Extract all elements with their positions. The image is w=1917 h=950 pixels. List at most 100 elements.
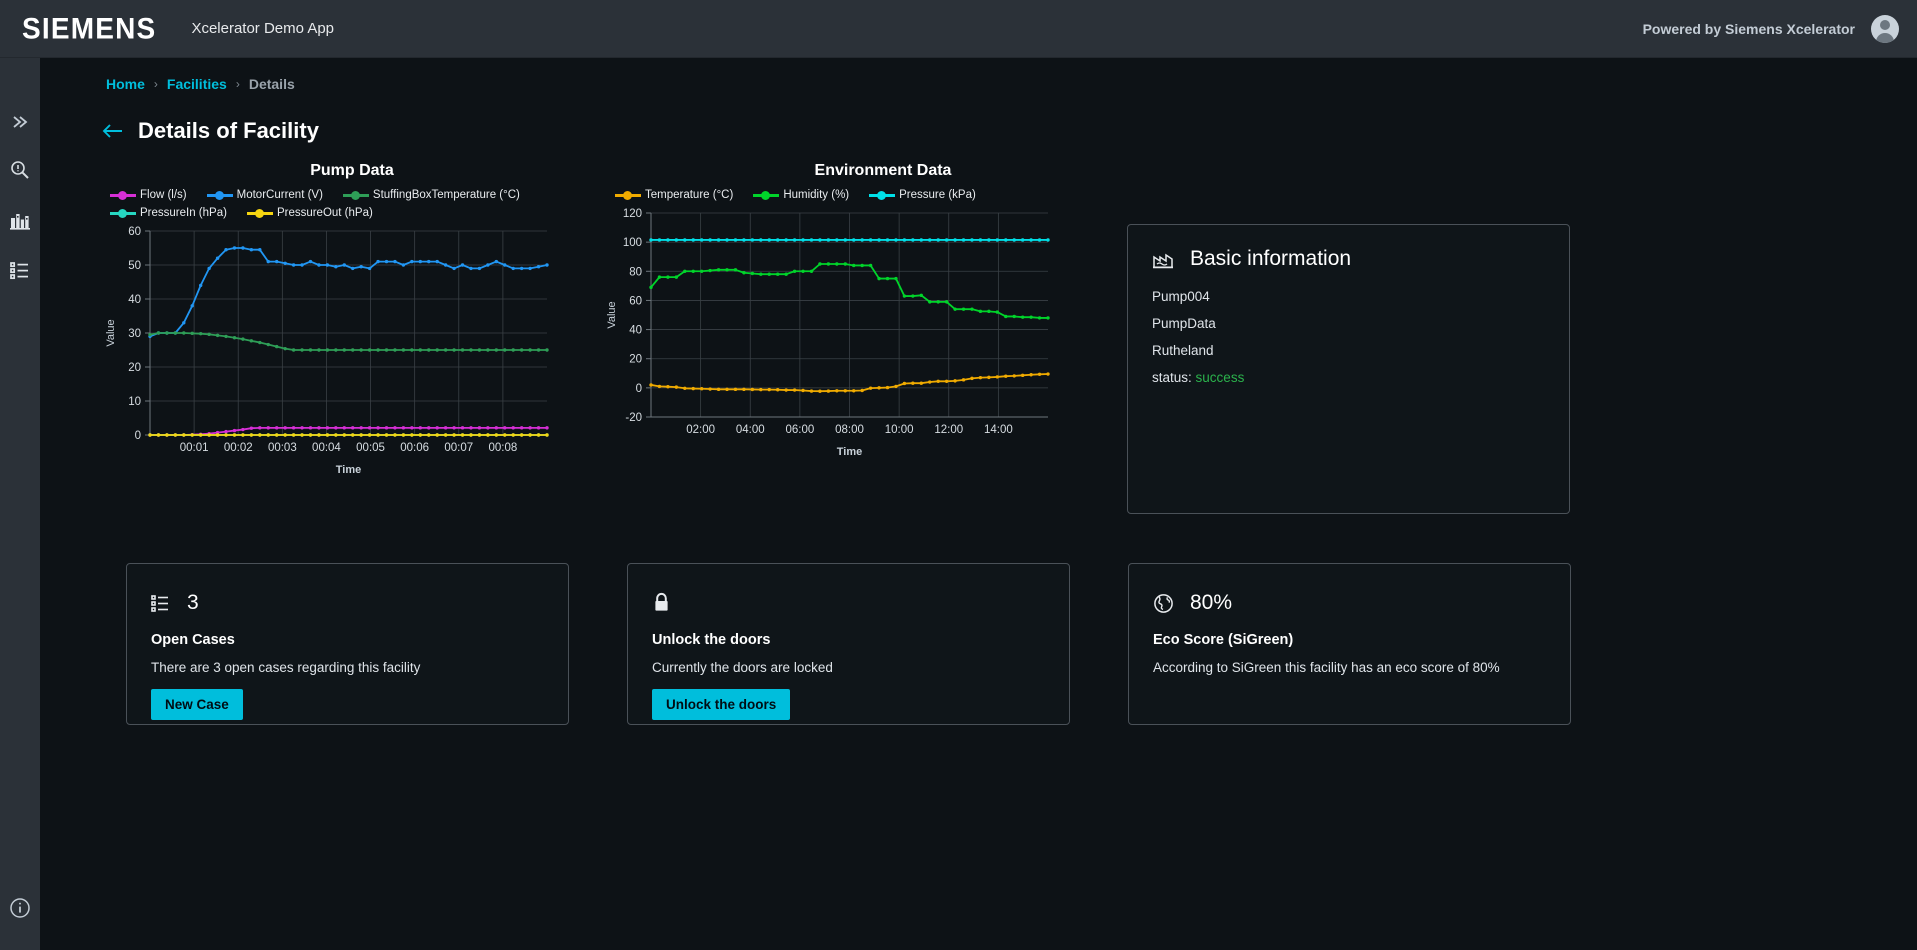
sidebar-item-search[interactable]	[0, 150, 40, 190]
arrow-left-icon[interactable]	[102, 123, 124, 139]
status-label: status:	[1152, 370, 1192, 385]
new-case-button[interactable]: New Case	[151, 689, 243, 720]
plot-environment[interactable]: -20 0 20 40 60 80 100 120 02:00 04:00 06:00 08:00 10…	[603, 205, 1163, 465]
basic-information-line-2: PumpData	[1152, 316, 1216, 331]
legend-item-pressurein[interactable]: PressureIn (hPa)	[110, 207, 227, 219]
svg-text:40: 40	[128, 294, 141, 306]
tile-eco-score-header: 80%	[1153, 586, 1546, 620]
search-alert-icon	[9, 159, 31, 181]
plot-pump[interactable]: 0 10 20 30 40 50 60 00:01 00:02 00:03 00:04 00:05 00…	[102, 223, 602, 483]
chart-environment-data: Environment Data Temperature (°C) Humidi…	[603, 162, 1163, 465]
svg-text:0: 0	[636, 383, 642, 395]
sidebar-bottom	[0, 888, 40, 928]
app-title: Xcelerator Demo App	[191, 20, 335, 37]
powered-by-label: Powered by Siemens Xcelerator	[1642, 20, 1855, 37]
svg-text:20: 20	[128, 362, 141, 374]
svg-text:Time: Time	[837, 446, 862, 458]
unlock-doors-button[interactable]: Unlock the doors	[652, 689, 791, 720]
basic-information-line-1: Pump004	[1152, 289, 1210, 304]
breadcrumb-item-details: Details	[248, 76, 295, 92]
svg-text:60: 60	[629, 295, 642, 307]
breadcrumb-separator: ›	[153, 77, 158, 91]
user-avatar-icon[interactable]	[1871, 14, 1899, 43]
svg-text:12:00: 12:00	[934, 424, 963, 436]
svg-text:Value: Value	[606, 301, 618, 328]
svg-text:100: 100	[623, 237, 642, 249]
list-icon	[9, 260, 31, 280]
svg-text:06:00: 06:00	[785, 424, 814, 436]
tile-open-cases-value: 3	[187, 591, 199, 614]
main-content: Home › Facilities › Details Details of F…	[40, 58, 1917, 950]
info-circle-icon	[9, 897, 31, 919]
basic-information-status: status: success	[1152, 370, 1545, 385]
tile-unlock-doors: Unlock the doors Currently the doors are…	[627, 563, 1070, 725]
svg-text:60: 60	[128, 226, 141, 238]
legend-label: Humidity (%)	[783, 189, 850, 201]
sidebar	[0, 58, 40, 950]
svg-text:00:06: 00:06	[400, 442, 429, 454]
svg-text:00:01: 00:01	[180, 442, 209, 454]
page-title: Details of Facility	[138, 118, 319, 143]
svg-text:Time: Time	[336, 464, 361, 476]
legend-label: Flow (l/s)	[140, 189, 187, 201]
chart-pump-data: Pump Data Flow (l/s) MotorCurrent (V) St…	[102, 162, 602, 483]
legend-item-humidity[interactable]: Humidity (%)	[753, 189, 849, 201]
chart-legend-pump: Flow (l/s) MotorCurrent (V) StuffingBoxT…	[102, 189, 602, 219]
legend-item-motorcurrent[interactable]: MotorCurrent (V)	[206, 189, 323, 201]
globe-icon	[1153, 593, 1174, 614]
svg-text:00:08: 00:08	[488, 442, 517, 454]
chart-title-environment: Environment Data	[814, 162, 952, 179]
legend-item-stuffingbox[interactable]: StuffingBoxTemperature (°C)	[342, 189, 520, 201]
legend-marker-icon	[110, 208, 136, 218]
svg-text:00:05: 00:05	[356, 442, 385, 454]
legend-label: MotorCurrent (V)	[236, 189, 323, 201]
svg-text:120: 120	[623, 208, 642, 220]
legend-item-flow[interactable]: Flow (l/s)	[110, 189, 187, 201]
svg-text:50: 50	[128, 260, 141, 272]
tile-eco-score: 80% Eco Score (SiGreen) According to SiG…	[1128, 563, 1571, 725]
sidebar-item-cases[interactable]	[0, 250, 40, 290]
tile-open-cases-header: 3	[151, 586, 544, 620]
svg-text:20: 20	[629, 354, 642, 366]
legend-item-temperature[interactable]: Temperature (°C)	[615, 189, 733, 201]
legend-marker-icon	[753, 190, 780, 200]
top-bar-right: Powered by Siemens Xcelerator	[1642, 14, 1899, 43]
svg-text:00:04: 00:04	[312, 442, 341, 454]
svg-text:Value: Value	[105, 319, 117, 346]
legend-item-pressureout[interactable]: PressureOut (hPa)	[246, 207, 373, 219]
siemens-logo: SIEMENS	[22, 11, 157, 45]
svg-text:80: 80	[629, 266, 642, 278]
legend-marker-icon	[615, 190, 641, 200]
legend-marker-icon	[342, 190, 369, 200]
tile-open-cases-description: There are 3 open cases regarding this fa…	[151, 660, 421, 675]
legend-label: PressureOut (hPa)	[276, 207, 373, 219]
charts-row: Pump Data Flow (l/s) MotorCurrent (V) St…	[40, 144, 1917, 483]
svg-text:00:07: 00:07	[444, 442, 473, 454]
tile-open-cases: 3 Open Cases There are 3 open cases rega…	[126, 563, 569, 725]
chart-title-pump: Pump Data	[310, 162, 394, 179]
breadcrumb: Home › Facilities › Details	[40, 58, 1917, 92]
svg-text:0: 0	[135, 430, 141, 442]
breadcrumb-item-home[interactable]: Home	[106, 76, 145, 92]
svg-text:00:03: 00:03	[268, 442, 297, 454]
svg-text:10:00: 10:00	[885, 424, 914, 436]
tile-eco-score-value: 80%	[1190, 591, 1233, 614]
status-badge: success	[1195, 370, 1245, 385]
tile-unlock-doors-title: Unlock the doors	[652, 632, 771, 648]
legend-marker-icon	[206, 190, 233, 200]
chart-legend-environment: Temperature (°C) Humidity (%) Pressure (…	[603, 189, 1163, 201]
list-icon	[151, 594, 171, 613]
sidebar-item-about[interactable]	[0, 888, 40, 928]
svg-text:00:02: 00:02	[224, 442, 253, 454]
sidebar-item-expand[interactable]	[0, 102, 40, 142]
double-chevron-right-icon	[10, 112, 30, 132]
svg-text:14:00: 14:00	[984, 424, 1013, 436]
legend-label: StuffingBoxTemperature (°C)	[372, 189, 520, 201]
page-header: Details of Facility	[40, 92, 1917, 144]
svg-text:30: 30	[128, 328, 141, 340]
sidebar-item-facilities[interactable]	[0, 200, 40, 240]
breadcrumb-item-facilities[interactable]: Facilities	[167, 76, 227, 92]
legend-marker-icon	[110, 190, 136, 200]
legend-item-pressure[interactable]: Pressure (kPa)	[869, 189, 976, 201]
tile-unlock-doors-description: Currently the doors are locked	[652, 660, 833, 675]
